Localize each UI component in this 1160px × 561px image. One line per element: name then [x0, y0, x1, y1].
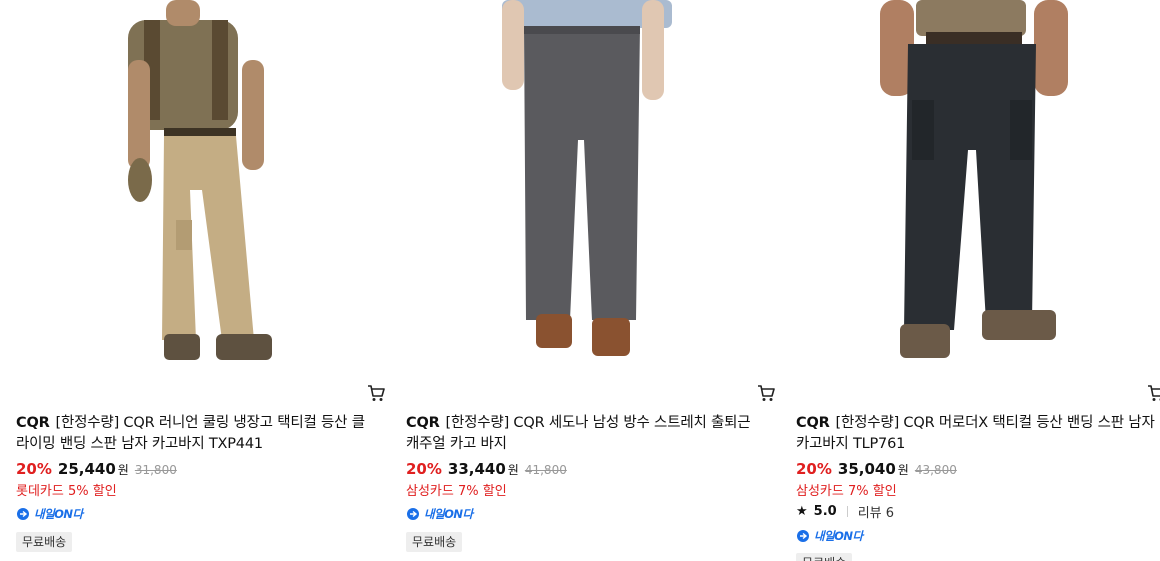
- cart-icon: [758, 385, 775, 401]
- delivery-badge: 내일ON다: [796, 528, 863, 544]
- product-card[interactable]: CQR [한정수량] CQR 러니언 쿨링 냉장고 택티컬 등산 클라이밍 밴딩 …: [16, 0, 386, 561]
- delivery-badge-label: 내일ON다: [814, 529, 863, 543]
- product-card[interactable]: CQR [한정수량] CQR 세도나 남성 방수 스트레치 출퇴근 캐주얼 카고 …: [406, 0, 776, 561]
- cart-icon: [1148, 385, 1160, 401]
- delivery-truck-icon: [797, 530, 809, 542]
- currency-unit: 원: [897, 463, 909, 477]
- delivery-badge-label: 내일ON다: [424, 507, 473, 521]
- delivery-badge: 내일ON다: [16, 506, 83, 522]
- delivery-truck-icon: [407, 508, 419, 520]
- currency-unit: 원: [507, 463, 519, 477]
- sale-price: 35,040: [837, 460, 896, 478]
- price-row: 20% 25,440 원 31,800: [16, 460, 177, 480]
- free-shipping-tag: 무료배송: [16, 532, 73, 552]
- cart-icon: [368, 385, 385, 401]
- discount-rate: 20%: [406, 460, 442, 478]
- currency-unit: 원: [117, 463, 129, 477]
- sale-price: 33,440: [447, 460, 506, 478]
- product-name: [한정수량] CQR 러니언 쿨링 냉장고 택티컬 등산 클라이밍 밴딩 스판 …: [16, 415, 365, 452]
- original-price: 31,800: [134, 463, 177, 477]
- card-discount: 삼성카드 7% 할인: [406, 484, 507, 499]
- product-image[interactable]: [796, 0, 1160, 375]
- card-discount: 삼성카드 7% 할인: [796, 484, 897, 499]
- review-count: 리뷰 6: [857, 506, 895, 521]
- add-to-cart-button[interactable]: [1146, 383, 1160, 403]
- product-image[interactable]: [406, 0, 776, 375]
- card-discount: 롯데카드 5% 할인: [16, 484, 117, 499]
- free-shipping-tag: 무료배송: [796, 553, 853, 561]
- brand-name: CQR: [406, 415, 440, 431]
- brand-name: CQR: [796, 415, 830, 431]
- product-title[interactable]: CQR [한정수량] CQR 머로더X 택티컬 등산 밴딩 스판 남자 카고바지 …: [796, 413, 1156, 455]
- original-price: 43,800: [914, 463, 957, 477]
- delivery-badge-label: 내일ON다: [34, 507, 83, 521]
- product-name: [한정수량] CQR 머로더X 택티컬 등산 밴딩 스판 남자 카고바지 TLP…: [796, 415, 1155, 452]
- add-to-cart-button[interactable]: [366, 383, 386, 403]
- discount-rate: 20%: [16, 460, 52, 478]
- product-card[interactable]: CQR [한정수량] CQR 머로더X 택티컬 등산 밴딩 스판 남자 카고바지 …: [796, 0, 1160, 561]
- original-price: 41,800: [524, 463, 567, 477]
- rating-row[interactable]: ★ 5.0 리뷰 6: [796, 502, 894, 521]
- product-title[interactable]: CQR [한정수량] CQR 러니언 쿨링 냉장고 택티컬 등산 클라이밍 밴딩 …: [16, 413, 376, 455]
- delivery-truck-icon: [17, 508, 29, 520]
- price-row: 20% 35,040 원 43,800: [796, 460, 957, 480]
- brand-name: CQR: [16, 415, 50, 431]
- divider: [846, 506, 848, 517]
- product-name: [한정수량] CQR 세도나 남성 방수 스트레치 출퇴근 캐주얼 카고 바지: [406, 415, 751, 452]
- star-icon: ★: [796, 504, 808, 519]
- add-to-cart-button[interactable]: [756, 383, 776, 403]
- price-row: 20% 33,440 원 41,800: [406, 460, 567, 480]
- product-title[interactable]: CQR [한정수량] CQR 세도나 남성 방수 스트레치 출퇴근 캐주얼 카고 …: [406, 413, 766, 455]
- free-shipping-tag: 무료배송: [406, 532, 463, 552]
- sale-price: 25,440: [57, 460, 116, 478]
- discount-rate: 20%: [796, 460, 832, 478]
- product-grid: CQR [한정수량] CQR 러니언 쿨링 냉장고 택티컬 등산 클라이밍 밴딩 …: [0, 0, 1160, 561]
- delivery-badge: 내일ON다: [406, 506, 473, 522]
- product-image[interactable]: [16, 0, 386, 375]
- rating-score: 5.0: [813, 504, 837, 519]
